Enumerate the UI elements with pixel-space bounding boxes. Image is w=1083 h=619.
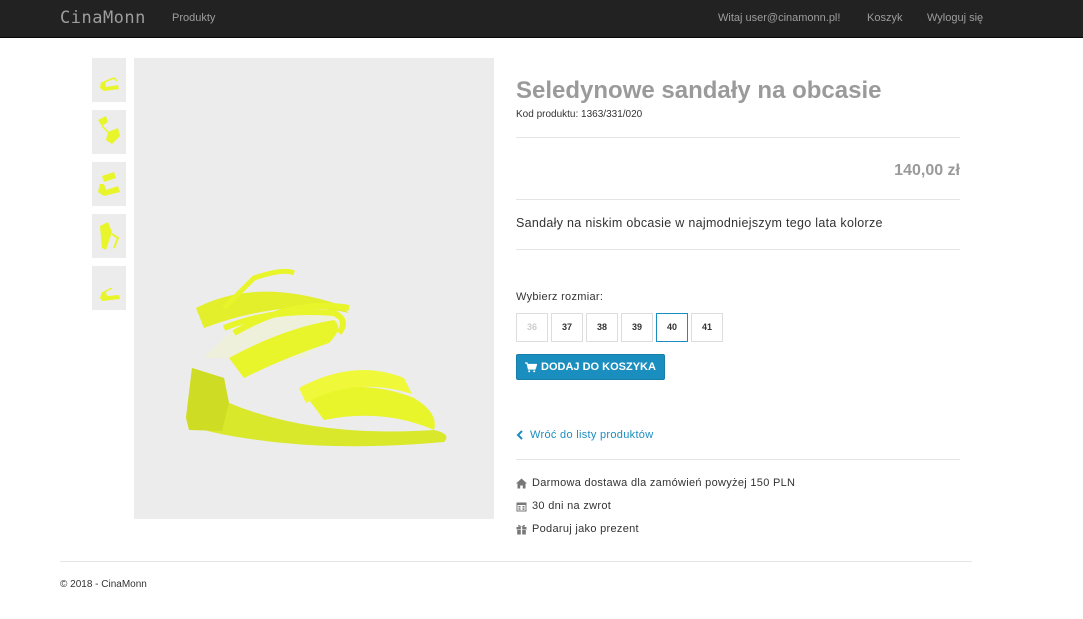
- footer-divider: [60, 561, 972, 562]
- size-button-39[interactable]: 39: [621, 313, 653, 342]
- feature-text: Podaruj jako prezent: [532, 523, 639, 535]
- product-code: Kod produktu: 1363/331/020: [516, 109, 643, 120]
- feature-returns: 30 dni na zwrot: [516, 500, 611, 512]
- nav-products-link[interactable]: Produkty: [172, 12, 215, 24]
- cart-icon: [525, 361, 538, 372]
- home-icon: [516, 478, 527, 488]
- back-to-list-label: Wróć do listy produktów: [530, 429, 654, 441]
- chevron-left-icon: [516, 430, 523, 440]
- nav-welcome-link[interactable]: Witaj user@cinamonn.pl!: [718, 12, 840, 24]
- size-button-38[interactable]: 38: [586, 313, 618, 342]
- add-to-cart-label: DODAJ DO KOSZYKA: [541, 361, 656, 373]
- size-label: Wybierz rozmiar:: [516, 291, 604, 303]
- product-description: Sandały na niskim obcasie w najmodniejsz…: [516, 216, 883, 230]
- feature-gift: Podaruj jako prezent: [516, 523, 639, 535]
- navbar: CinaMonn Produkty Witaj user@cinamonn.pl…: [0, 0, 1083, 38]
- product-thumbnail-2[interactable]: [92, 110, 126, 154]
- brand-logo[interactable]: CinaMonn: [60, 8, 146, 28]
- product-title: Seledynowe sandały na obcasie: [516, 77, 882, 104]
- product-main-image: [134, 58, 494, 519]
- feature-free-delivery: Darmowa dostawa dla zamówień powyżej 150…: [516, 477, 795, 489]
- gift-icon: [516, 524, 527, 534]
- size-button-37[interactable]: 37: [551, 313, 583, 342]
- product-thumbnail-4[interactable]: [92, 214, 126, 258]
- divider: [516, 459, 960, 460]
- size-button-41[interactable]: 41: [691, 313, 723, 342]
- nav-cart-link[interactable]: Koszyk: [867, 12, 902, 24]
- product-thumbnail-5[interactable]: [92, 266, 126, 310]
- feature-text: Darmowa dostawa dla zamówień powyżej 150…: [532, 477, 796, 489]
- divider: [516, 137, 960, 138]
- calendar-icon: [516, 502, 527, 511]
- footer-copyright: © 2018 - CinaMonn: [60, 579, 147, 590]
- size-button-36: 36: [516, 313, 548, 342]
- divider: [516, 199, 960, 200]
- nav-logout-link[interactable]: Wyloguj się: [927, 12, 983, 24]
- size-button-40[interactable]: 40: [656, 313, 688, 342]
- back-to-list-link[interactable]: Wróć do listy produktów: [516, 429, 653, 441]
- product-thumbnail-1[interactable]: [92, 58, 126, 102]
- product-thumbnail-3[interactable]: [92, 162, 126, 206]
- divider: [516, 249, 960, 250]
- add-to-cart-button[interactable]: DODAJ DO KOSZYKA: [516, 354, 665, 380]
- product-price: 140,00 zł: [894, 162, 960, 179]
- feature-text: 30 dni na zwrot: [532, 500, 612, 512]
